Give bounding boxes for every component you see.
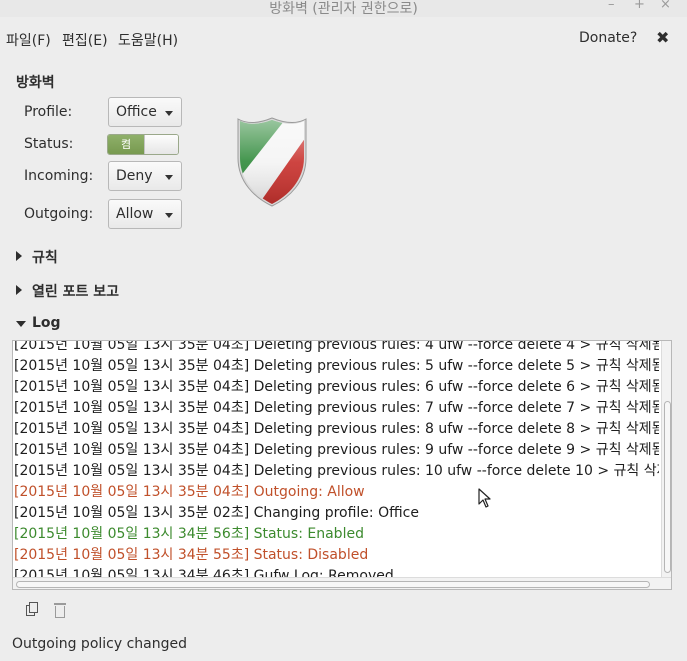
- log-line: [2015년 10월 05일 13시 35분 04초] Deleting pre…: [14, 442, 659, 458]
- horizontal-scrollbar-thumb[interactable]: [16, 581, 650, 588]
- status-toggle[interactable]: 켬: [107, 134, 179, 155]
- firewall-section-title: 방화벽: [16, 75, 55, 91]
- status-toggle-on-text: 켬: [108, 135, 144, 154]
- log-expander-label: Log: [32, 315, 61, 331]
- vertical-scrollbar-thumb[interactable]: [664, 401, 671, 573]
- incoming-label: Incoming:: [24, 168, 94, 184]
- toggle-knob: [144, 135, 178, 154]
- horizontal-scrollbar[interactable]: [13, 577, 671, 589]
- outgoing-value: Allow: [116, 206, 154, 222]
- menu-file[interactable]: 파일(F): [6, 30, 51, 50]
- chevron-down-icon: [165, 175, 173, 180]
- outgoing-combo[interactable]: Allow: [108, 199, 182, 229]
- expander-arrow-icon: [16, 251, 22, 261]
- incoming-value: Deny: [116, 168, 153, 184]
- rules-expander-label: 규칙: [32, 250, 58, 266]
- chevron-down-icon: [165, 111, 173, 116]
- copy-icon-front: [29, 602, 38, 613]
- copy-log-button[interactable]: [24, 602, 40, 618]
- window-close-button[interactable]: ×: [660, 0, 671, 12]
- profile-label: Profile:: [24, 104, 73, 120]
- log-line: [2015년 10월 05일 13시 35분 04초] Outgoing: Al…: [14, 484, 365, 500]
- log-view[interactable]: [2015년 10월 05일 13시 35분 04초] Deleting pre…: [12, 340, 672, 590]
- close-icon[interactable]: ✖: [656, 28, 669, 47]
- trash-icon-body: [55, 606, 65, 618]
- log-line: [2015년 10월 05일 13시 35분 04초] Deleting pre…: [14, 463, 659, 479]
- menu-help[interactable]: 도움말(H): [118, 30, 178, 50]
- trash-icon: [54, 603, 66, 605]
- expander-arrow-icon: [16, 321, 26, 327]
- status-bar-message: Outgoing policy changed: [12, 636, 188, 652]
- shield-icon: [237, 117, 307, 207]
- report-expander-label: 열린 포트 보고: [32, 284, 120, 300]
- profile-combo[interactable]: Office: [108, 97, 182, 127]
- log-line: [2015년 10월 05일 13시 35분 02초] Changing pro…: [14, 505, 419, 521]
- chevron-down-icon: [165, 213, 173, 218]
- log-line: [2015년 10월 05일 13시 34분 56초] Status: Enab…: [14, 526, 364, 542]
- menu-bar: 파일(F) 편집(E) 도움말(H) Donate? ✖: [0, 24, 687, 54]
- minimize-button[interactable]: –: [608, 0, 615, 12]
- donate-link[interactable]: Donate?: [579, 30, 637, 46]
- incoming-combo[interactable]: Deny: [108, 161, 182, 191]
- expander-arrow-icon: [16, 285, 22, 295]
- profile-value: Office: [116, 104, 157, 120]
- outgoing-label: Outgoing:: [24, 206, 94, 222]
- gufw-window: 방화벽 (관리자 권한으로) – + × 파일(F) 편집(E) 도움말(H) …: [0, 0, 687, 661]
- log-line: [2015년 10월 05일 13시 35분 04초] Deleting pre…: [14, 358, 659, 374]
- maximize-button[interactable]: +: [634, 0, 645, 12]
- log-line: [2015년 10월 05일 13시 34분 55초] Status: Disa…: [14, 547, 369, 563]
- title-bar: 방화벽 (관리자 권한으로) – + ×: [0, 0, 687, 17]
- clear-log-button[interactable]: [52, 602, 68, 618]
- menu-edit[interactable]: 편집(E): [62, 30, 108, 50]
- window-title: 방화벽 (관리자 권한으로): [269, 1, 418, 17]
- log-lines: [2015년 10월 05일 13시 35분 04초] Deleting pre…: [13, 340, 659, 587]
- status-label: Status:: [24, 136, 74, 152]
- log-line: [2015년 10월 05일 13시 35분 04초] Deleting pre…: [14, 340, 659, 353]
- log-line: [2015년 10월 05일 13시 35분 04초] Deleting pre…: [14, 400, 659, 416]
- log-line: [2015년 10월 05일 13시 35분 04초] Deleting pre…: [14, 379, 659, 395]
- log-line: [2015년 10월 05일 13시 35분 04초] Deleting pre…: [14, 421, 659, 437]
- mouse-cursor-icon: [478, 488, 491, 508]
- vertical-scrollbar[interactable]: [661, 341, 671, 577]
